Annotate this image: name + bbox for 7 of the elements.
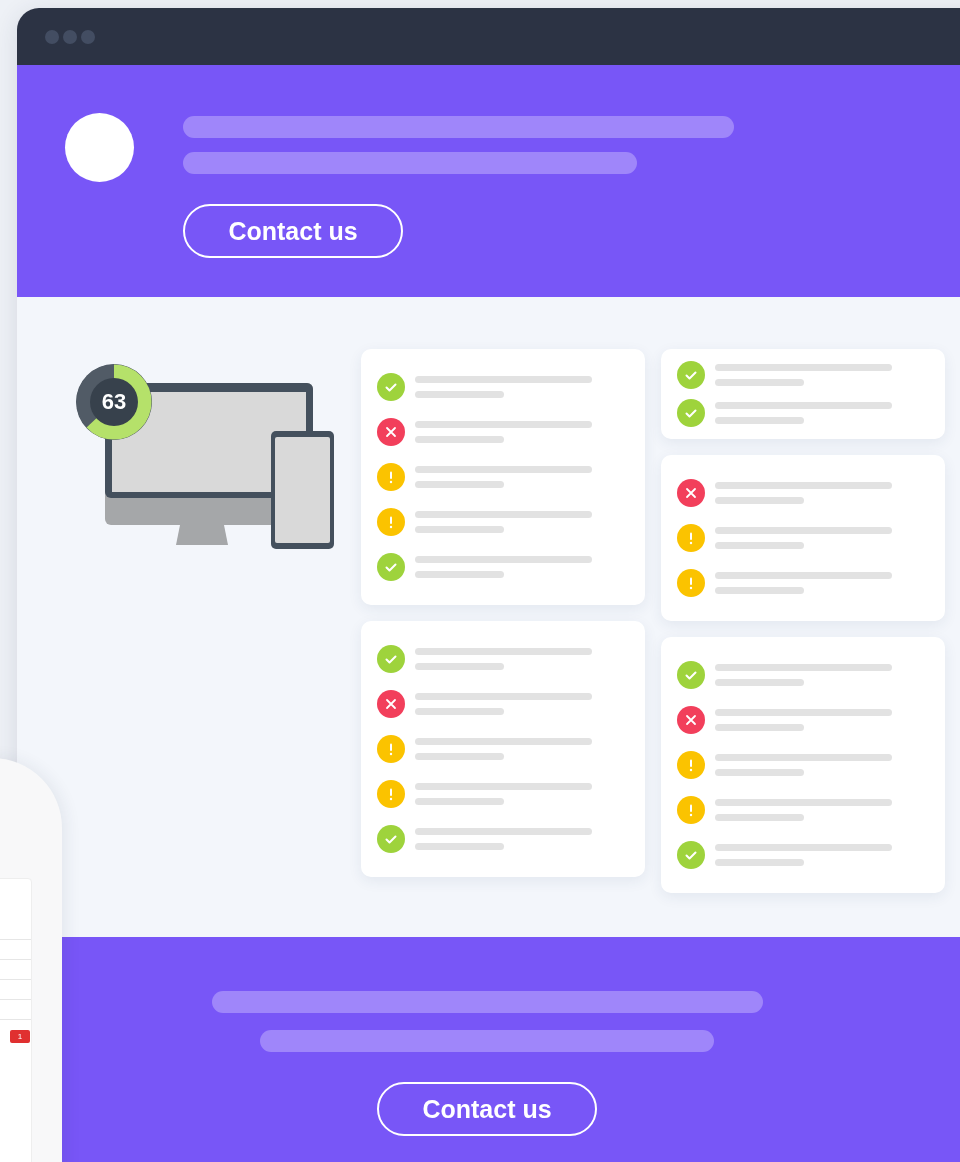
score-value: 63 xyxy=(100,389,128,415)
notification-badge: 1 xyxy=(10,1030,30,1043)
window-dot[interactable] xyxy=(45,29,59,44)
contact-button[interactable]: Contact us xyxy=(183,204,403,258)
window-dot[interactable] xyxy=(63,29,77,44)
window-dot[interactable] xyxy=(81,29,95,44)
contact-button[interactable]: Contact us xyxy=(377,1082,597,1136)
